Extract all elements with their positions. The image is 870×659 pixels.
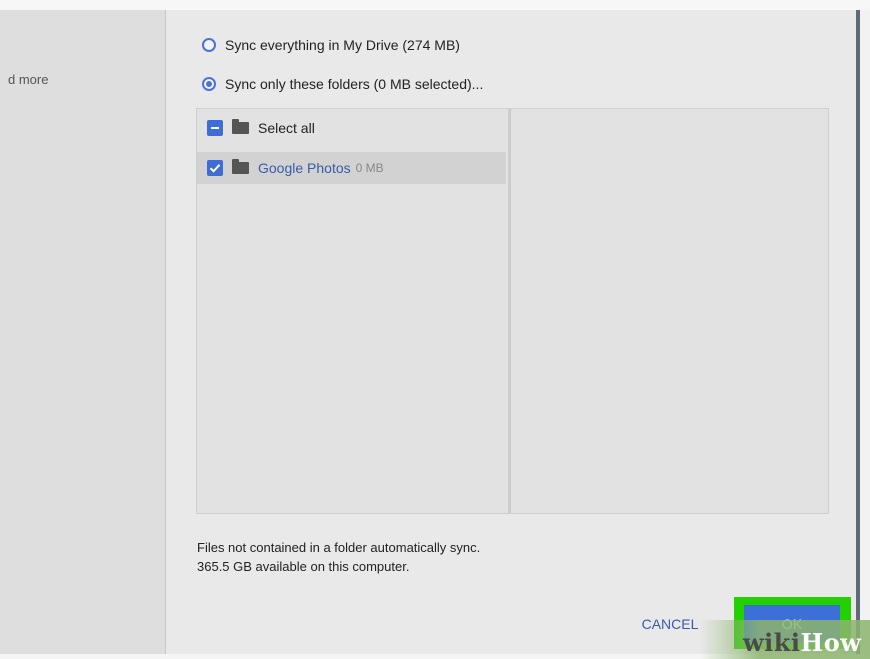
- tree-item-google-photos[interactable]: Google Photos 0 MB: [197, 152, 506, 184]
- available-space-text: 365.5 GB available on this computer.: [197, 559, 410, 574]
- sidebar: d more: [0, 10, 166, 654]
- radio-checked-icon[interactable]: [202, 77, 216, 91]
- sync-everything-option[interactable]: Sync everything in My Drive (274 MB): [202, 37, 460, 53]
- radio-unchecked-icon[interactable]: [202, 38, 216, 52]
- folder-size: 0 MB: [355, 161, 384, 175]
- window-background: [860, 10, 870, 654]
- select-all-label: Select all: [258, 120, 315, 136]
- folder-name: Google Photos: [258, 160, 351, 176]
- folder-icon: [232, 119, 249, 134]
- folder-tree: Select all Google Photos 0 MB: [196, 108, 509, 514]
- select-all-row[interactable]: Select all: [197, 112, 506, 144]
- sync-note-line-1: Files not contained in a folder automati…: [197, 540, 481, 555]
- folder-icon: [232, 159, 249, 174]
- sync-note: Files not contained in a folder automati…: [197, 538, 480, 576]
- top-strip: [0, 0, 870, 10]
- indeterminate-checkbox-icon[interactable]: [207, 120, 223, 136]
- sync-folders-option[interactable]: Sync only these folders (0 MB selected).…: [202, 76, 483, 92]
- sync-everything-label: Sync everything in My Drive (274 MB): [225, 37, 460, 53]
- checked-checkbox-icon[interactable]: [207, 160, 223, 176]
- sync-folders-label: Sync only these folders (0 MB selected).…: [225, 76, 484, 92]
- sidebar-text[interactable]: d more: [8, 72, 48, 87]
- wikihow-watermark: wikiHow: [743, 628, 862, 657]
- folder-detail-pane: [509, 108, 829, 514]
